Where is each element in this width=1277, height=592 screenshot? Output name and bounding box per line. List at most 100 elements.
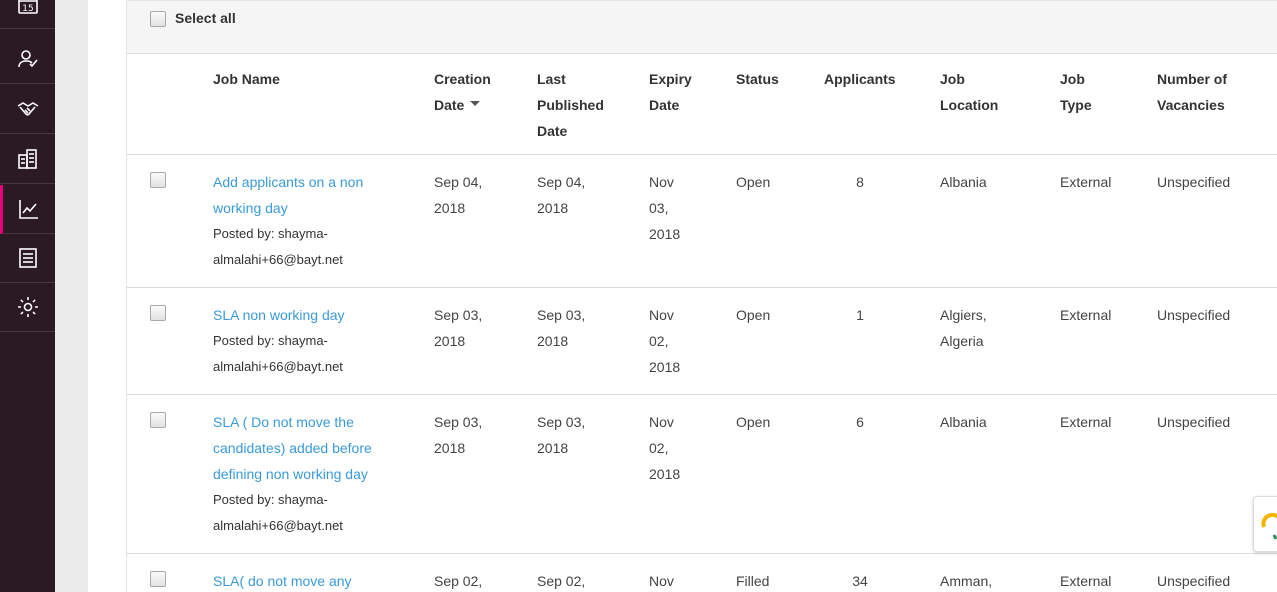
document-icon xyxy=(18,248,37,268)
date-line: 02, xyxy=(649,333,669,349)
sidebar-item-settings[interactable] xyxy=(0,283,55,332)
building-icon xyxy=(17,149,37,169)
sidebar-item-company[interactable] xyxy=(0,135,55,184)
creation-date-cell: Sep 02, xyxy=(434,568,482,592)
job-title-line: SLA non working day xyxy=(213,307,345,323)
creation-date-cell: Sep 03, 2018 xyxy=(434,302,482,354)
date-line: 2018 xyxy=(649,466,681,482)
posted-by: Posted by: shayma-almalahi+66@bayt.net xyxy=(213,487,403,539)
header-applicants-label: Applicants xyxy=(824,71,896,87)
select-all-label[interactable]: Select all xyxy=(175,10,236,26)
sidebar-item-reports[interactable] xyxy=(0,185,55,234)
header-creation-line2: Date xyxy=(434,97,465,113)
table-row: SLA ( Do not move the candidates) added b… xyxy=(127,395,1277,554)
job-type-cell: External xyxy=(1060,573,1112,589)
date-line: 2018 xyxy=(434,440,466,456)
date-line: Sep 02, xyxy=(537,573,586,589)
job-name-cell: SLA non working day Posted by: shayma-al… xyxy=(213,302,403,380)
applicants-cell[interactable]: 8 xyxy=(824,169,896,195)
sidebar-item-candidates[interactable] xyxy=(0,35,55,84)
header-job-name-label: Job Name xyxy=(213,71,280,87)
header-expiry-date[interactable]: Expiry Date xyxy=(649,66,692,118)
header-vacancies-line1: Number of xyxy=(1157,71,1227,87)
job-title-link[interactable]: SLA non working day xyxy=(213,302,403,328)
location-line: Albania xyxy=(940,414,987,430)
vacancies-cell: Unspecified xyxy=(1157,174,1231,190)
row-checkbox[interactable] xyxy=(150,305,166,321)
posted-by-line: Posted by: shayma- xyxy=(213,226,328,241)
applicants-cell[interactable]: 34 xyxy=(824,568,896,592)
expiry-date-cell: Nov 02, 2018 xyxy=(649,302,680,380)
content-margin xyxy=(88,0,126,592)
applicants-cell[interactable]: 1 xyxy=(824,302,896,328)
job-title-link[interactable]: Add applicants on a non working day xyxy=(213,169,403,221)
row-checkbox[interactable] xyxy=(150,172,166,188)
date-line: 02, xyxy=(649,440,669,456)
location-line: Albania xyxy=(940,174,987,190)
header-creation-date[interactable]: Creation Date xyxy=(434,66,491,118)
header-published-line1: Last xyxy=(537,71,566,87)
location-cell: Algiers, Algeria xyxy=(940,302,987,354)
table-row: Add applicants on a non working day Poste… xyxy=(127,155,1277,288)
header-vacancies-line2: Vacancies xyxy=(1157,97,1225,113)
job-title-link[interactable]: SLA ( Do not move the candidates) added b… xyxy=(213,409,403,487)
table-row: SLA non working day Posted by: shayma-al… xyxy=(127,288,1277,395)
table-row: SLA( do not move any Sep 02, Sep 02, Nov… xyxy=(127,554,1277,592)
date-line: Nov xyxy=(649,573,674,589)
vacancies-cell: Unspecified xyxy=(1157,573,1231,589)
job-type-cell: External xyxy=(1060,174,1112,190)
date-line: Sep 03, xyxy=(434,414,483,430)
expiry-date-cell: Nov 02, 2018 xyxy=(649,409,680,487)
header-creation-line1: Creation xyxy=(434,71,491,87)
calendar-day-label: 15 xyxy=(22,4,33,14)
row-checkbox[interactable] xyxy=(150,571,166,587)
floating-help-widget[interactable] xyxy=(1253,496,1277,552)
job-title-link[interactable]: SLA( do not move any xyxy=(213,568,403,592)
status-cell: Open xyxy=(736,414,771,430)
expiry-date-cell: Nov 03, 2018 xyxy=(649,169,680,247)
date-line: Sep 03, xyxy=(537,307,586,323)
published-date-cell: Sep 02, xyxy=(537,568,585,592)
gear-icon xyxy=(17,297,38,317)
date-line: Sep 04, xyxy=(434,174,483,190)
date-line: 2018 xyxy=(537,333,569,349)
calendar-icon: 15 xyxy=(17,0,38,14)
header-status-label: Status xyxy=(736,71,779,87)
header-job-type[interactable]: Job Type xyxy=(1060,66,1092,118)
header-published-line3: Date xyxy=(537,123,568,139)
creation-date-cell: Sep 03, 2018 xyxy=(434,409,482,461)
applicants-cell[interactable]: 6 xyxy=(824,409,896,435)
handshake-icon xyxy=(17,102,38,116)
header-last-published[interactable]: Last Published Date xyxy=(537,66,604,144)
sidebar-item-calendar[interactable]: 15 xyxy=(0,0,55,29)
header-job-name[interactable]: Job Name xyxy=(213,66,280,92)
date-line: Sep 03, xyxy=(434,307,483,323)
date-line: Sep 03, xyxy=(537,414,586,430)
header-location-line2: Location xyxy=(940,97,999,113)
posted-by: Posted by: shayma-almalahi+66@bayt.net xyxy=(213,221,403,273)
table-header: Job Name Creation Date Last Published Da… xyxy=(127,54,1277,155)
date-line: Nov xyxy=(649,174,674,190)
header-applicants[interactable]: Applicants xyxy=(824,66,896,92)
header-vacancies[interactable]: Number of Vacancies xyxy=(1157,66,1227,118)
date-line: 03, xyxy=(649,200,669,216)
row-checkbox[interactable] xyxy=(150,412,166,428)
published-date-cell: Sep 03, 2018 xyxy=(537,302,585,354)
location-line: Algeria xyxy=(940,333,984,349)
sort-desc-icon[interactable] xyxy=(470,101,481,106)
posted-by-line: almalahi+66@bayt.net xyxy=(213,252,343,267)
header-job-location[interactable]: Job Location xyxy=(940,66,998,118)
date-line: Nov xyxy=(649,307,674,323)
select-all-bar: Select all xyxy=(127,0,1277,54)
sidebar-item-partners[interactable] xyxy=(0,85,55,134)
posted-by: Posted by: shayma-almalahi+66@bayt.net xyxy=(213,328,403,380)
header-status[interactable]: Status xyxy=(736,66,779,92)
location-cell: Albania xyxy=(940,409,987,435)
header-type-line2: Type xyxy=(1060,97,1092,113)
sidebar-item-documents[interactable] xyxy=(0,234,55,283)
date-line: Sep 02, xyxy=(434,573,483,589)
select-all-checkbox[interactable] xyxy=(150,11,166,27)
job-name-cell: Add applicants on a non working day Poste… xyxy=(213,169,403,273)
sidebar: 15 xyxy=(0,0,55,592)
header-expiry-line2: Date xyxy=(649,97,680,113)
